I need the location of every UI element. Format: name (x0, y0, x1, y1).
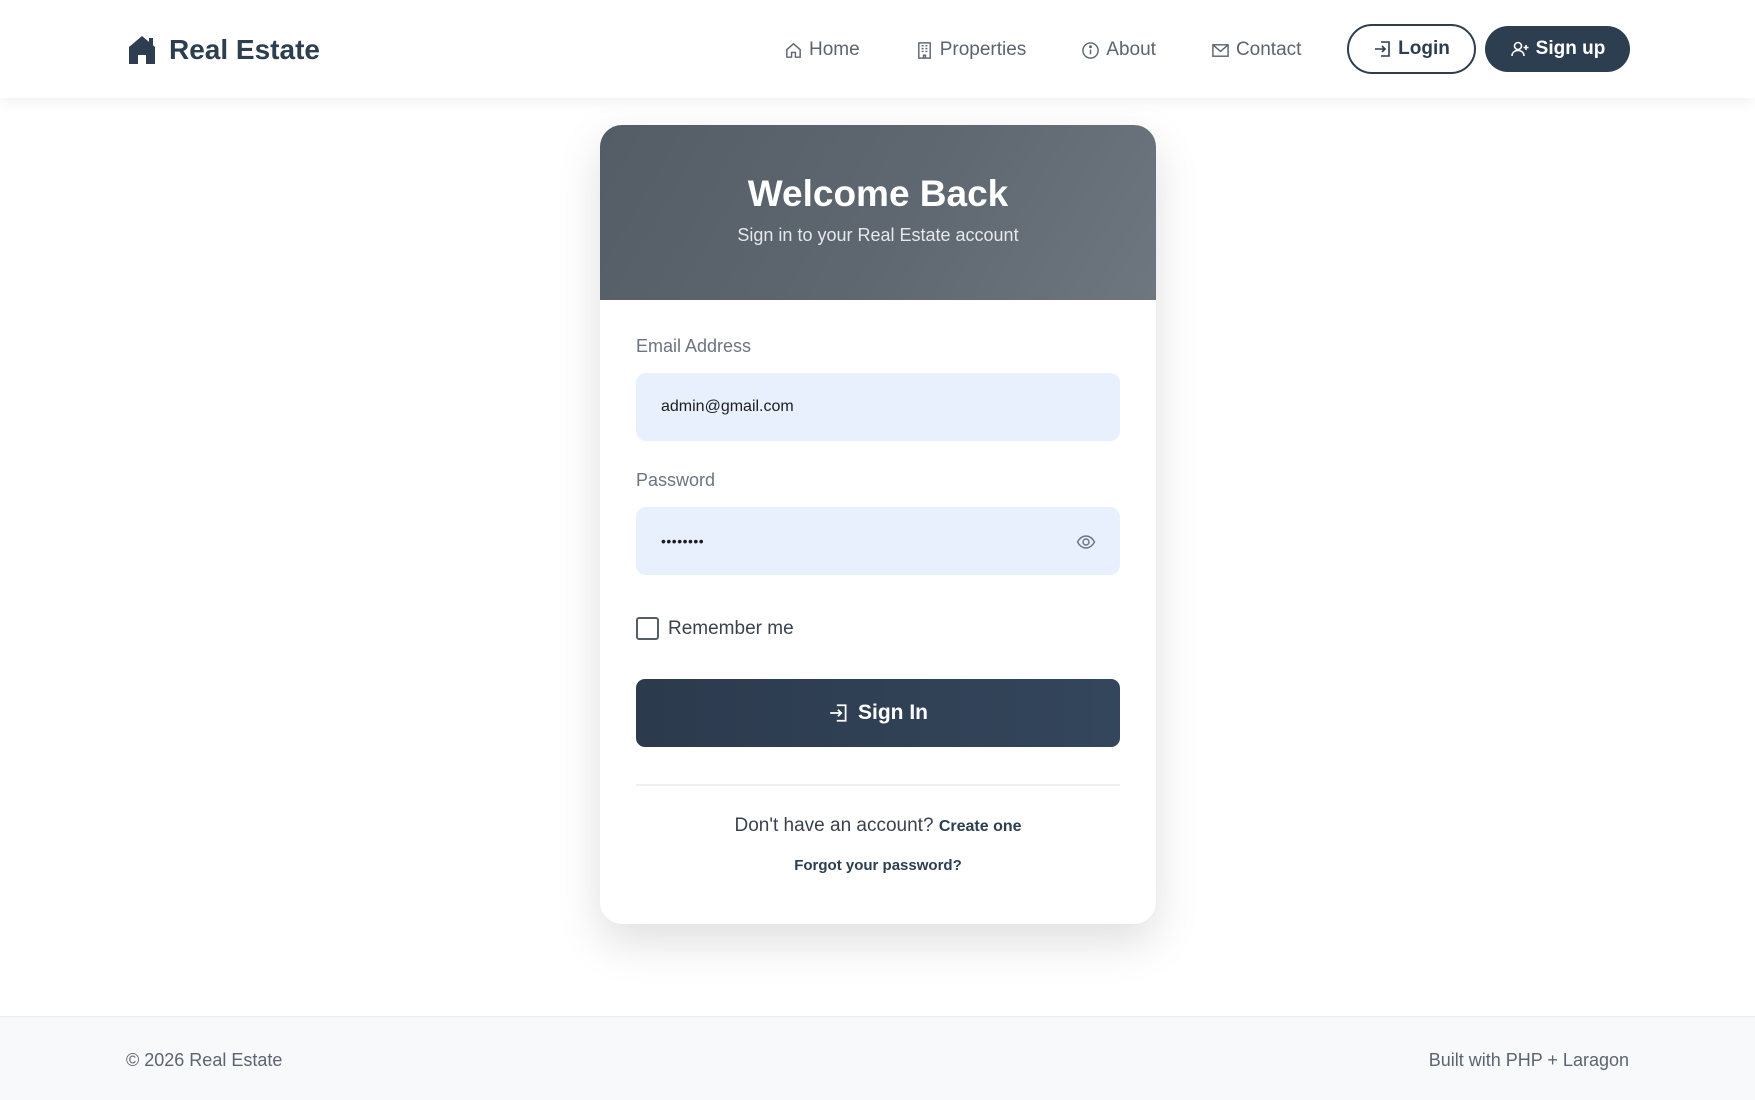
eye-icon[interactable] (1076, 532, 1096, 552)
password-field[interactable]: •••••••• (636, 507, 1120, 575)
card-header: Welcome Back Sign in to your Real Estate… (600, 125, 1156, 300)
info-icon (1082, 41, 1100, 59)
footer-built-with: Built with PHP + Laragon (1428, 1050, 1629, 1070)
building-icon (917, 41, 931, 59)
nav-link-label: About (1106, 39, 1156, 60)
divider (636, 784, 1120, 786)
page-title: Welcome Back (747, 173, 1009, 214)
sign-in-button[interactable]: Sign In (636, 679, 1120, 747)
user-plus-icon (1510, 41, 1529, 57)
footer: © 2026 Real Estate Built with PHP + Lara… (0, 1016, 1755, 1100)
forgot-password-link[interactable]: Forgot your password? (600, 857, 1156, 874)
navbar: Real Estate Home Properties About Contac… (0, 0, 1755, 98)
nav-link-home[interactable]: Home (784, 39, 860, 61)
brand-link[interactable]: Real Estate (127, 33, 320, 67)
login-card: Welcome Back Sign in to your Real Estate… (600, 125, 1156, 924)
brand-name: Real Estate (169, 34, 320, 65)
email-label: Email Address (636, 336, 752, 356)
login-label: Login (1398, 38, 1450, 59)
signup-label: Sign up (1535, 38, 1606, 59)
remember-checkbox[interactable] (636, 617, 659, 640)
nav-link-about[interactable]: About (1081, 39, 1156, 61)
create-account-link[interactable]: Create one (939, 818, 1022, 835)
house-icon (129, 36, 155, 64)
signup-prompt: Don't have an account? Create one (600, 815, 1156, 837)
nav-links: Home Properties About Contact (784, 34, 1301, 66)
nav-link-label: Properties (939, 39, 1027, 60)
sign-in-label: Sign In (858, 701, 928, 724)
footer-copyright: © 2026 Real Estate (126, 1050, 283, 1070)
password-label: Password (636, 470, 716, 490)
nav-link-label: Contact (1235, 39, 1302, 60)
home-icon (786, 42, 801, 58)
login-button[interactable]: Login (1347, 24, 1476, 74)
login-icon (830, 704, 847, 722)
remember-label[interactable]: Remember me (668, 618, 794, 640)
nav-link-properties[interactable]: Properties (915, 39, 1027, 61)
password-value: •••••••• (661, 533, 705, 549)
nav-link-label: Home (809, 39, 860, 60)
email-field[interactable]: admin@gmail.com (636, 373, 1120, 441)
login-icon (1375, 41, 1390, 57)
email-value: admin@gmail.com (661, 398, 794, 415)
signup-button[interactable]: Sign up (1485, 26, 1630, 72)
nav-link-contact[interactable]: Contact (1211, 39, 1301, 61)
page-subtitle: Sign in to your Real Estate account (737, 225, 1019, 245)
no-account-text: Don't have an account? (734, 815, 934, 836)
envelope-icon (1212, 43, 1229, 57)
